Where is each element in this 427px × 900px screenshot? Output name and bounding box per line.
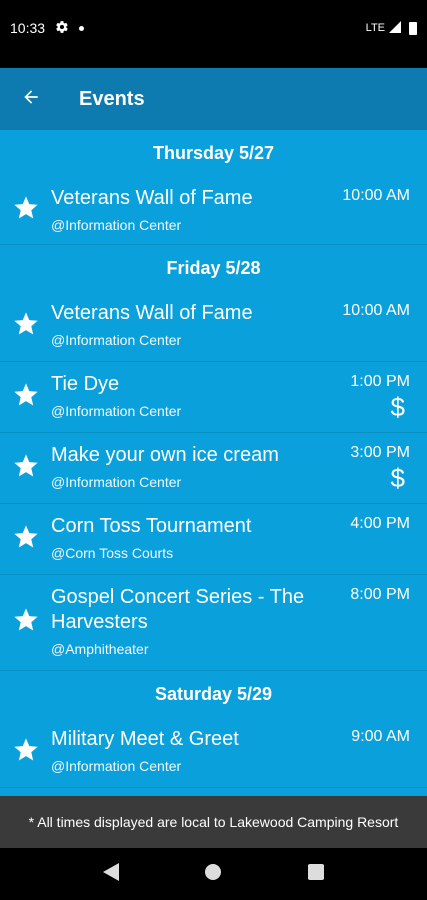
dollar-icon: $ — [390, 392, 405, 422]
star-icon[interactable] — [12, 523, 40, 556]
nav-recents-button[interactable] — [296, 854, 336, 894]
event-row[interactable]: Military Meet & Greet @Information Cente… — [0, 717, 427, 788]
event-time: 1:00 PM — [350, 373, 410, 390]
nav-back-button[interactable] — [91, 854, 131, 894]
star-icon[interactable] — [12, 452, 40, 485]
event-title: Corn Toss Tournament — [51, 515, 252, 537]
event-row[interactable]: Veterans Wall of Fame @Information Cente… — [0, 291, 427, 362]
event-title: Veterans Wall of Fame — [51, 187, 253, 209]
event-row[interactable]: Corn Toss Tournament @Corn Toss Courts 4… — [0, 504, 427, 575]
event-row[interactable]: Make your own ice cream @Information Cen… — [0, 433, 427, 504]
event-location: @Information Center — [51, 332, 182, 348]
page-title: Events — [79, 87, 145, 110]
event-time: 3:00 PM — [350, 444, 410, 461]
battery-icon — [409, 21, 417, 35]
star-icon[interactable] — [12, 194, 40, 227]
triangle-back-icon — [103, 862, 120, 886]
status-time: 10:33 — [10, 20, 46, 36]
event-location: @Information Center — [51, 217, 182, 233]
event-location: @Amphitheater — [51, 641, 149, 657]
event-row[interactable]: Tie Dye @Information Center 1:00 PM $ — [0, 362, 427, 433]
event-title: Military Meet & Greet — [51, 728, 239, 750]
day-header: Friday 5/28 — [166, 257, 261, 278]
status-bar: 10:33 LTE — [0, 0, 427, 56]
gear-icon — [55, 20, 69, 37]
event-location: @Information Center — [51, 474, 182, 490]
event-title: Veterans Wall of Fame — [51, 302, 253, 324]
event-title: Make your own ice cream — [51, 444, 279, 466]
event-time: 8:00 PM — [350, 586, 410, 603]
back-button[interactable] — [0, 68, 62, 130]
event-location: @Information Center — [51, 758, 182, 774]
event-row[interactable]: Gospel Concert Series - The Harvesters @… — [0, 575, 427, 671]
app-bar: Events — [0, 68, 427, 130]
star-icon[interactable] — [12, 606, 40, 639]
event-title: Gospel Concert Series - The Harvesters — [51, 586, 305, 633]
day-header: Thursday 5/27 — [152, 142, 275, 163]
event-time: 9:00 AM — [351, 728, 410, 745]
event-time: 4:00 PM — [350, 515, 410, 532]
signal-icon — [389, 20, 401, 36]
square-recents-icon — [307, 863, 324, 885]
event-row[interactable]: Veterans Wall of Fame @Information Cente… — [0, 176, 427, 245]
event-title: Tie Dye — [51, 373, 120, 395]
star-icon[interactable] — [12, 310, 40, 343]
notification-dot-icon — [79, 25, 85, 31]
event-time: 10:00 AM — [342, 187, 410, 204]
timezone-note: * All times displayed are local to Lakew… — [0, 796, 427, 848]
event-location: @Information Center — [51, 403, 182, 419]
arrow-left-icon — [21, 87, 41, 112]
day-header: Saturday 5/29 — [154, 683, 273, 704]
network-type: LTE — [365, 22, 385, 34]
events-list[interactable]: Thursday 5/27 Veterans Wall of Fame @Inf… — [0, 130, 427, 796]
event-time: 10:00 AM — [342, 302, 410, 319]
circle-home-icon — [204, 863, 222, 886]
star-icon[interactable] — [12, 381, 40, 414]
event-location: @Corn Toss Courts — [51, 545, 174, 561]
star-icon[interactable] — [12, 736, 40, 769]
system-nav-bar — [0, 848, 427, 900]
nav-home-button[interactable] — [193, 854, 233, 894]
dollar-icon: $ — [390, 463, 405, 493]
